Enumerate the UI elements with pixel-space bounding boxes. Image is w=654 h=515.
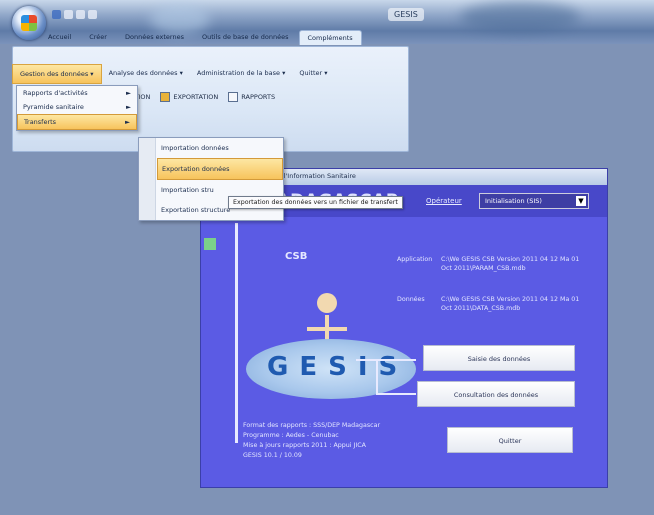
gestion-submenu: Rapports d'activités ► Pyramide sanitaire… [16,85,138,131]
title-bar-glow [460,2,580,32]
menu-item-label: Pyramide sanitaire [23,103,84,111]
quitter-button[interactable]: Quitter [447,427,573,453]
menu-item-importation-donnees[interactable]: Importation données [157,138,283,158]
menu-item-pyramide-sanitaire[interactable]: Pyramide sanitaire ► [17,100,137,114]
operator-value: Initialisation (SIS) [485,197,542,205]
tab-creer[interactable]: Créer [81,30,115,45]
dropdown-arrow-icon[interactable]: ▼ [576,196,586,206]
operator-select[interactable]: Initialisation (SIS) ▼ [479,193,589,209]
form-footer: Format des rapports : SSS/DEP Madagascar… [243,421,380,461]
quick-access-toolbar [52,10,97,19]
tab-accueil[interactable]: Accueil [40,30,79,45]
application-info: Application C:\We GESIS CSB Version 2011 … [397,255,581,273]
undo-icon[interactable] [64,10,73,19]
report-icon [228,92,239,102]
rapports-label: RAPPORTS [241,93,276,101]
application-label: Application [397,256,433,263]
donnees-info: Données C:\We GESIS CSB Version 2011 04 1… [397,295,581,313]
exportation-label: EXPORTATION [173,93,219,101]
operator-label: Opérateur [426,197,462,205]
status-indicator [204,238,216,250]
menu-item-transferts[interactable]: Transferts ► [17,114,137,130]
donnees-path: C:\We GESIS CSB Version 2011 04 12 Ma 01… [441,296,580,312]
gesis-logo-text: GESIS [267,352,409,382]
menu-gestion-donnees[interactable]: Gestion des données ▾ [12,64,102,84]
submenu-arrow-icon: ► [126,103,131,111]
export-icon [160,92,171,102]
connector-line [356,359,416,361]
menu-analyse-donnees[interactable]: Analyse des données ▾ [102,64,190,84]
tab-complements[interactable]: Compléments [298,30,362,45]
office-logo-icon [21,15,37,31]
footer-line: Programme : Aedes - Cenubac [243,432,339,439]
menu-administration[interactable]: Administration de la base ▾ [190,64,293,84]
addin-toolbar: PORTATION EXPORTATION RAPPORTS [114,92,275,102]
ribbon-tabs: Accueil Créer Données externes Outils de… [40,30,362,45]
menu-item-rapports-activites[interactable]: Rapports d'activités ► [17,86,137,100]
footer-line: Format des rapports : SSS/DEP Madagascar [243,422,381,429]
tab-outils-bdd[interactable]: Outils de base de données [194,30,297,45]
connector-line [376,393,416,395]
exportation-button[interactable]: EXPORTATION [160,92,218,102]
menu-quitter[interactable]: Quitter ▾ [292,64,334,84]
footer-line: GESIS 10.1 / 10.09 [243,452,302,459]
menu-item-label: Transferts [24,118,57,126]
application-path: C:\We GESIS CSB Version 2011 04 12 Ma 01… [441,256,580,272]
submenu-arrow-icon: ► [125,118,130,126]
save-icon[interactable] [52,10,61,19]
menu-item-exportation-donnees[interactable]: Exportation données [157,158,283,180]
redo-icon[interactable] [76,10,85,19]
consultation-donnees-button[interactable]: Consultation des données [417,381,575,407]
menu-item-label: Rapports d'activités [23,89,88,97]
addin-menubar: Gestion des données ▾ Analyse des donnée… [12,64,407,84]
saisie-donnees-button[interactable]: Saisie des données [423,345,575,371]
rapports-button[interactable]: RAPPORTS [228,92,275,102]
connector-line [376,359,378,393]
csb-label: CSB [285,251,308,262]
app-title: GESIS [388,8,424,21]
title-bar: GESIS Accueil Créer Données externes Out… [0,0,654,45]
footer-line: Mise à jours rapports 2011 : Appui JICA [243,442,366,449]
tooltip: Exportation des données vers un fichier … [228,196,403,209]
customize-icon[interactable] [88,10,97,19]
donnees-label: Données [397,296,425,303]
submenu-arrow-icon: ► [126,89,131,97]
tab-donnees-externes[interactable]: Données externes [117,30,192,45]
menu-gutter [139,138,156,220]
